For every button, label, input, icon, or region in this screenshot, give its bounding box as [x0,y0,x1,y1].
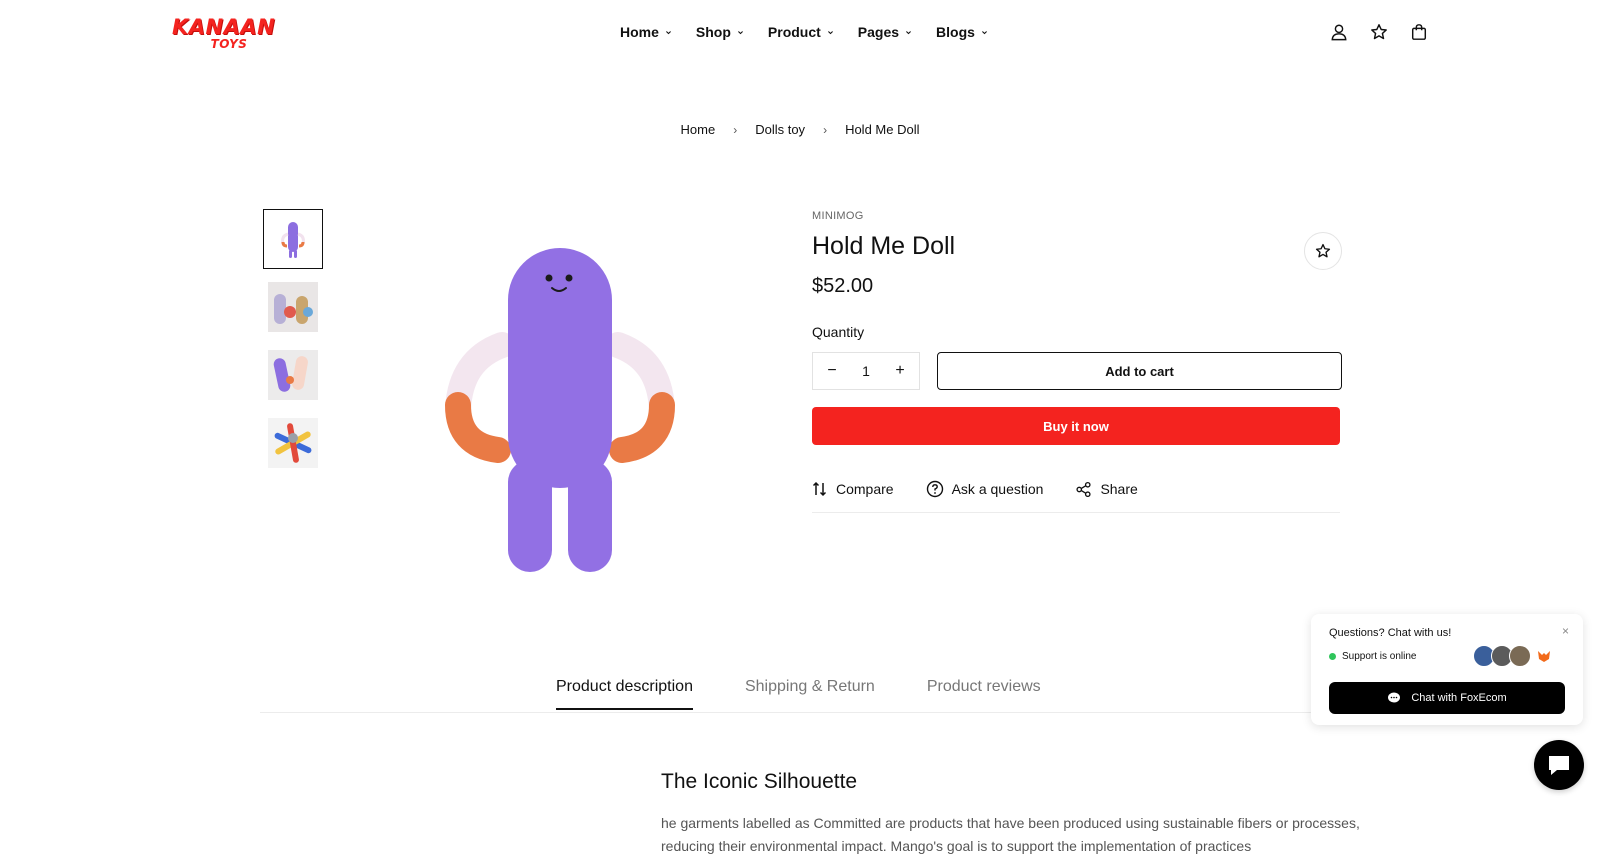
share-label: Share [1100,481,1138,497]
tab-product-description[interactable]: Product description [556,678,693,710]
product-thumbnails [263,209,323,481]
product-main-image[interactable] [440,240,680,585]
product-vendor[interactable]: MINIMOG [812,210,1342,222]
breadcrumb-category[interactable]: Dolls toy [755,122,805,137]
logo-text-main: KANAAN [172,15,276,39]
nav-item-pages[interactable]: Pages [858,24,912,40]
wishlist-button[interactable] [1304,232,1342,270]
quantity-decrease-button[interactable]: − [825,362,839,380]
logo-text-sub: TOYS [210,37,248,51]
nav-label: Shop [695,24,731,40]
bag-icon[interactable] [1410,22,1428,42]
chat-button-label: Chat with FoxEcom [1411,692,1507,704]
product-title: Hold Me Doll [812,232,956,260]
chat-title: Questions? Chat with us! [1329,627,1452,639]
nav-item-home[interactable]: Home [620,24,672,40]
quantity-stepper: − + [812,352,920,390]
nav-label: Pages [857,24,900,40]
product-price: $52.00 [812,275,874,297]
question-circle-icon [926,480,943,498]
share-icon [1076,481,1092,497]
online-status-dot [1329,653,1336,660]
nav-label: Home [620,24,659,40]
compare-arrows-icon [812,481,827,497]
product-tabs: Product description Shipping & Return Pr… [260,678,1340,713]
product-actions: Compare Ask a question Share [812,480,1340,513]
buy-row: − + Add to cart [812,352,1342,390]
chevron-right-icon: › [733,122,738,137]
thumbnail-2[interactable] [263,277,323,337]
chevron-down-icon [737,30,743,34]
quantity-increase-button[interactable]: + [893,362,907,380]
main-nav: Home Shop Product Pages Blogs [620,24,1012,40]
site-header: KANAAN TOYS Home Shop Product Pages Blog… [0,0,1600,66]
description-heading: The Iconic Silhouette [661,770,858,793]
compare-action[interactable]: Compare [812,480,894,498]
support-avatars [1473,645,1553,667]
chevron-right-icon: › [823,122,828,137]
nav-label: Product [767,24,821,40]
user-icon[interactable] [1330,22,1348,42]
nav-item-shop[interactable]: Shop [696,24,744,40]
ask-question-label: Ask a question [951,481,1044,497]
thumbnail-4[interactable] [263,413,323,473]
thumbnail-image [268,282,318,332]
thumbnail-image [268,350,318,400]
compare-label: Compare [836,481,894,497]
thumbnail-image [268,214,318,264]
breadcrumb: Home › Dolls toy › Hold Me Doll [0,122,1600,137]
tab-shipping-return[interactable]: Shipping & Return [745,678,875,710]
breadcrumb-home[interactable]: Home [681,122,716,137]
product-info: MINIMOG Hold Me Doll $52.00 Quantity − +… [812,210,1342,513]
chat-launcher-button[interactable] [1534,740,1584,790]
ask-question-action[interactable]: Ask a question [926,480,1044,498]
brand-logo[interactable]: KANAAN TOYS [172,16,280,56]
close-icon[interactable]: × [1562,624,1569,638]
chat-bubble-icon [1549,756,1569,775]
breadcrumb-current: Hold Me Doll [845,122,920,137]
nav-item-product[interactable]: Product [768,24,834,40]
nav-label: Blogs [936,24,975,40]
nav-item-blogs[interactable]: Blogs [936,24,988,40]
star-icon [1315,243,1331,258]
buy-now-button[interactable]: Buy it now [812,407,1340,445]
thumbnail-3[interactable] [263,345,323,405]
chat-bubble-icon [1388,692,1401,703]
tab-product-reviews[interactable]: Product reviews [927,678,1041,710]
chevron-down-icon [665,30,671,34]
description-body: he garments labelled as Committed are pr… [661,815,1360,854]
quantity-input[interactable] [851,363,881,379]
chat-start-button[interactable]: Chat with FoxEcom [1329,682,1565,714]
thumbnail-image [268,418,318,468]
star-icon[interactable] [1370,22,1388,42]
avatar [1509,645,1531,667]
fox-logo-icon [1538,651,1550,662]
chat-status-text: Support is online [1342,651,1417,662]
chevron-down-icon [827,30,833,34]
product-description: The Iconic Silhouette he garments labell… [661,770,1361,858]
chevron-down-icon [906,30,912,34]
add-to-cart-button[interactable]: Add to cart [937,352,1342,390]
quantity-label: Quantity [812,324,865,340]
thumbnail-1[interactable] [263,209,323,269]
chat-status: Support is online [1329,651,1417,662]
header-actions [1330,22,1428,42]
share-action[interactable]: Share [1075,480,1138,498]
chat-popup: Questions? Chat with us! × Support is on… [1311,614,1583,725]
chevron-down-icon [981,30,987,34]
